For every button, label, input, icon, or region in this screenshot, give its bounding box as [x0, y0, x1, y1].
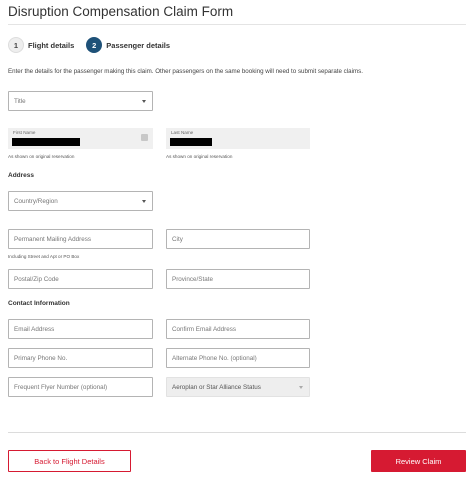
- alternate-phone-input[interactable]: Alternate Phone No. (optional): [166, 348, 310, 368]
- intro-text: Enter the details for the passenger maki…: [8, 68, 363, 75]
- mailing-address-input[interactable]: Permanent Mailing Address: [8, 229, 153, 249]
- title-divider: [8, 24, 466, 25]
- step-passenger-details: 2 Passenger details: [86, 37, 170, 53]
- contact-heading: Contact Information: [8, 300, 70, 307]
- last-name-hint: As shown on original reservation: [166, 154, 233, 159]
- city-placeholder: City: [172, 235, 183, 243]
- page-title: Disruption Compensation Claim Form: [8, 4, 234, 19]
- email-input[interactable]: Email Address: [8, 319, 153, 339]
- province-input[interactable]: Province/State: [166, 269, 310, 289]
- frequent-flyer-placeholder: Frequent Flyer Number (optional): [14, 383, 108, 391]
- title-select[interactable]: Title: [8, 91, 153, 111]
- primary-phone-placeholder: Primary Phone No.: [14, 354, 68, 362]
- city-input[interactable]: City: [166, 229, 310, 249]
- last-name-field[interactable]: Last Name: [166, 128, 310, 149]
- review-claim-button[interactable]: Review Claim: [371, 450, 466, 472]
- first-name-hint: As shown on original reservation: [8, 154, 75, 159]
- step-number: 1: [8, 37, 24, 53]
- province-placeholder: Province/State: [172, 275, 213, 283]
- first-name-field[interactable]: First Name: [8, 128, 153, 149]
- step-number: 2: [86, 37, 103, 53]
- progress-steps: 1 Flight details 2 Passenger details: [8, 37, 182, 53]
- step-flight-details[interactable]: 1 Flight details: [8, 37, 74, 53]
- alliance-status-select[interactable]: Aeroplan or Star Alliance Status: [166, 377, 310, 397]
- postal-code-placeholder: Postal/Zip Code: [14, 275, 59, 283]
- postal-code-input[interactable]: Postal/Zip Code: [8, 269, 153, 289]
- last-name-label: Last Name: [171, 130, 194, 135]
- country-select[interactable]: Country/Region: [8, 191, 153, 211]
- chevron-down-icon: [142, 100, 146, 103]
- mailing-address-placeholder: Permanent Mailing Address: [14, 235, 92, 243]
- step-label: Flight details: [28, 40, 75, 50]
- primary-phone-input[interactable]: Primary Phone No.: [8, 348, 153, 368]
- redacted-value: [170, 138, 212, 146]
- chevron-down-icon: [142, 200, 146, 203]
- autofill-icon: [141, 134, 148, 141]
- back-to-flight-details-button[interactable]: Back to Flight Details: [8, 450, 131, 472]
- frequent-flyer-input[interactable]: Frequent Flyer Number (optional): [8, 377, 153, 397]
- confirm-email-placeholder: Confirm Email Address: [172, 325, 237, 333]
- redacted-value: [12, 138, 80, 146]
- address-heading: Address: [8, 172, 35, 179]
- step-label: Passenger details: [106, 40, 171, 50]
- alternate-phone-placeholder: Alternate Phone No. (optional): [172, 354, 257, 362]
- alliance-status-value: Aeroplan or Star Alliance Status: [172, 383, 261, 391]
- country-select-value: Country/Region: [14, 197, 58, 205]
- chevron-down-icon: [299, 386, 303, 389]
- footer-divider: [8, 432, 466, 433]
- first-name-label: First Name: [13, 130, 36, 135]
- confirm-email-input[interactable]: Confirm Email Address: [166, 319, 310, 339]
- mailing-address-hint: Including Street and Apt or PO Box: [8, 254, 80, 259]
- title-select-value: Title: [14, 97, 26, 105]
- email-placeholder: Email Address: [14, 325, 55, 333]
